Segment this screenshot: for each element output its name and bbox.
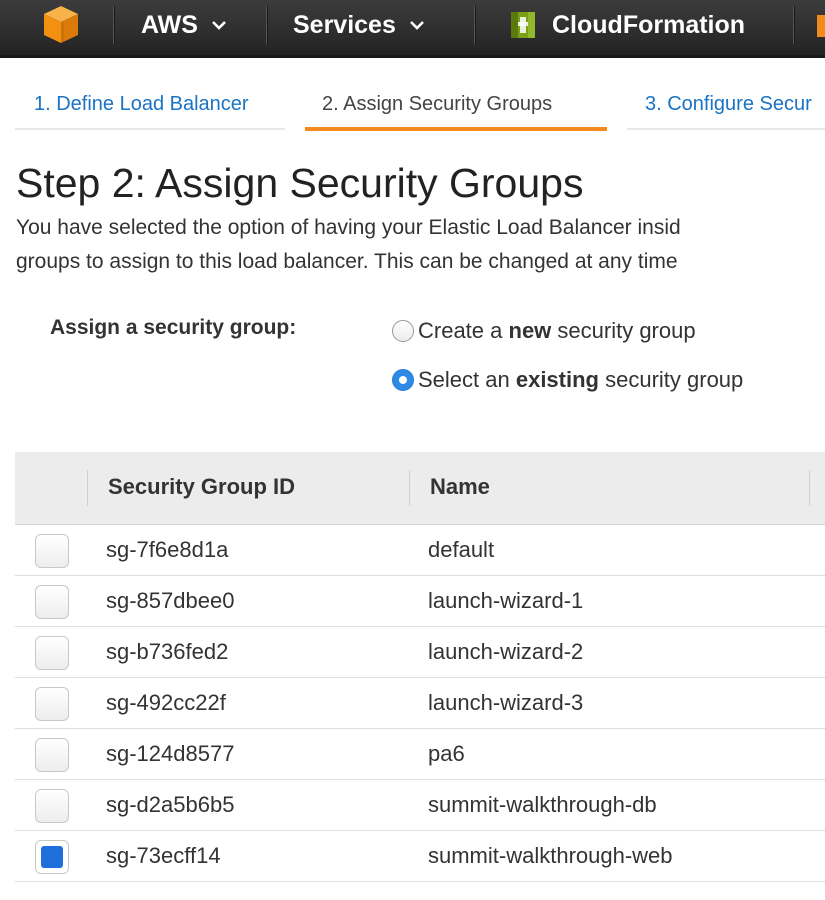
cloudformation-label: CloudFormation <box>552 10 746 39</box>
table-row-selected[interactable]: sg-73ecff14 summit-walkthrough-web <box>15 831 825 882</box>
column-separator <box>409 470 410 506</box>
table-row[interactable]: sg-124d8577 pa6 <box>15 729 825 780</box>
tab-active-underline <box>305 127 607 131</box>
security-group-id: sg-b736fed2 <box>106 639 229 664</box>
nav-separator <box>266 6 267 44</box>
column-separator <box>87 470 88 506</box>
table-row[interactable]: sg-d2a5b6b5 summit-walkthrough-db <box>15 780 825 831</box>
tab-define-load-balancer[interactable]: 1. Define Load Balancer <box>15 90 285 130</box>
column-header-security-group-id[interactable]: Security Group ID <box>108 474 295 500</box>
page-description: You have selected the option of having y… <box>16 211 681 279</box>
row-checkbox[interactable] <box>35 789 69 823</box>
radio-button-selected[interactable] <box>392 369 414 391</box>
row-checkbox[interactable] <box>35 636 69 670</box>
radio-label-emphasis: existing <box>515 367 599 392</box>
security-groups-table-header: Security Group ID Name <box>15 452 825 525</box>
security-group-name: default <box>428 537 495 562</box>
description-line: You have selected the option of having y… <box>16 216 681 239</box>
security-group-id: sg-7f6e8d1a <box>106 537 229 562</box>
description-line: groups to assign to this load balancer. … <box>16 250 678 273</box>
tab-label: 3. Configure Secur <box>645 93 812 115</box>
security-group-id: sg-492cc22f <box>106 690 226 715</box>
assign-security-group-label: Assign a security group: <box>50 316 297 339</box>
account-menu[interactable]: AWS <box>141 8 228 42</box>
radio-label-prefix: Create a <box>418 318 509 343</box>
tab-underline <box>627 128 825 130</box>
security-group-name: launch-wizard-3 <box>428 690 584 715</box>
radio-label-suffix: security group <box>598 367 744 392</box>
aws-cube-icon[interactable] <box>40 3 82 45</box>
account-menu-label: AWS <box>141 10 198 39</box>
chevron-down-icon <box>212 21 226 30</box>
nav-overflow-indicator <box>817 15 825 37</box>
row-checkbox[interactable] <box>35 534 69 568</box>
tab-label: 1. Define Load Balancer <box>34 93 249 115</box>
services-menu[interactable]: Services <box>293 8 426 42</box>
radio-button[interactable] <box>392 320 414 342</box>
top-navigation-bar: AWS Services CloudFormation <box>0 0 825 58</box>
nav-separator <box>793 6 794 44</box>
security-group-id: sg-73ecff14 <box>106 843 221 868</box>
select-existing-security-group-option[interactable]: Select an existing security group <box>392 367 743 393</box>
radio-label-suffix: security group <box>551 318 696 343</box>
security-group-name: summit-walkthrough-web <box>428 843 673 868</box>
row-checkbox-checked[interactable] <box>35 840 69 874</box>
services-menu-label: Services <box>293 10 396 39</box>
table-row[interactable]: sg-b736fed2 launch-wizard-2 <box>15 627 825 678</box>
table-row[interactable]: sg-857dbee0 launch-wizard-1 <box>15 576 825 627</box>
tab-assign-security-groups[interactable]: 2. Assign Security Groups <box>305 90 607 131</box>
security-group-id: sg-d2a5b6b5 <box>106 792 235 817</box>
row-checkbox[interactable] <box>35 687 69 721</box>
cloudformation-link[interactable]: CloudFormation <box>507 8 745 42</box>
radio-label-emphasis: new <box>508 318 552 343</box>
cloudformation-icon <box>511 12 535 38</box>
tab-underline <box>15 128 285 130</box>
create-new-security-group-option[interactable]: Create a new security group <box>392 318 696 344</box>
tab-label: 2. Assign Security Groups <box>322 93 553 115</box>
nav-separator <box>474 6 475 44</box>
security-group-id: sg-857dbee0 <box>106 588 235 613</box>
security-group-name: summit-walkthrough-db <box>428 792 657 817</box>
row-checkbox[interactable] <box>35 585 69 619</box>
security-group-name: pa6 <box>428 741 465 766</box>
radio-label-prefix: Select an <box>418 367 516 392</box>
column-header-name[interactable]: Name <box>430 474 490 500</box>
nav-separator <box>113 6 114 44</box>
row-checkbox[interactable] <box>35 738 69 772</box>
column-separator <box>809 470 810 506</box>
security-group-id: sg-124d8577 <box>106 741 235 766</box>
table-row[interactable]: sg-7f6e8d1a default <box>15 525 825 576</box>
security-group-name: launch-wizard-1 <box>428 588 584 613</box>
table-row[interactable]: sg-492cc22f launch-wizard-3 <box>15 678 825 729</box>
page-title: Step 2: Assign Security Groups <box>16 160 584 206</box>
tab-configure-security[interactable]: 3. Configure Secur <box>627 90 825 130</box>
chevron-down-icon <box>409 21 424 30</box>
security-group-name: launch-wizard-2 <box>428 639 584 664</box>
